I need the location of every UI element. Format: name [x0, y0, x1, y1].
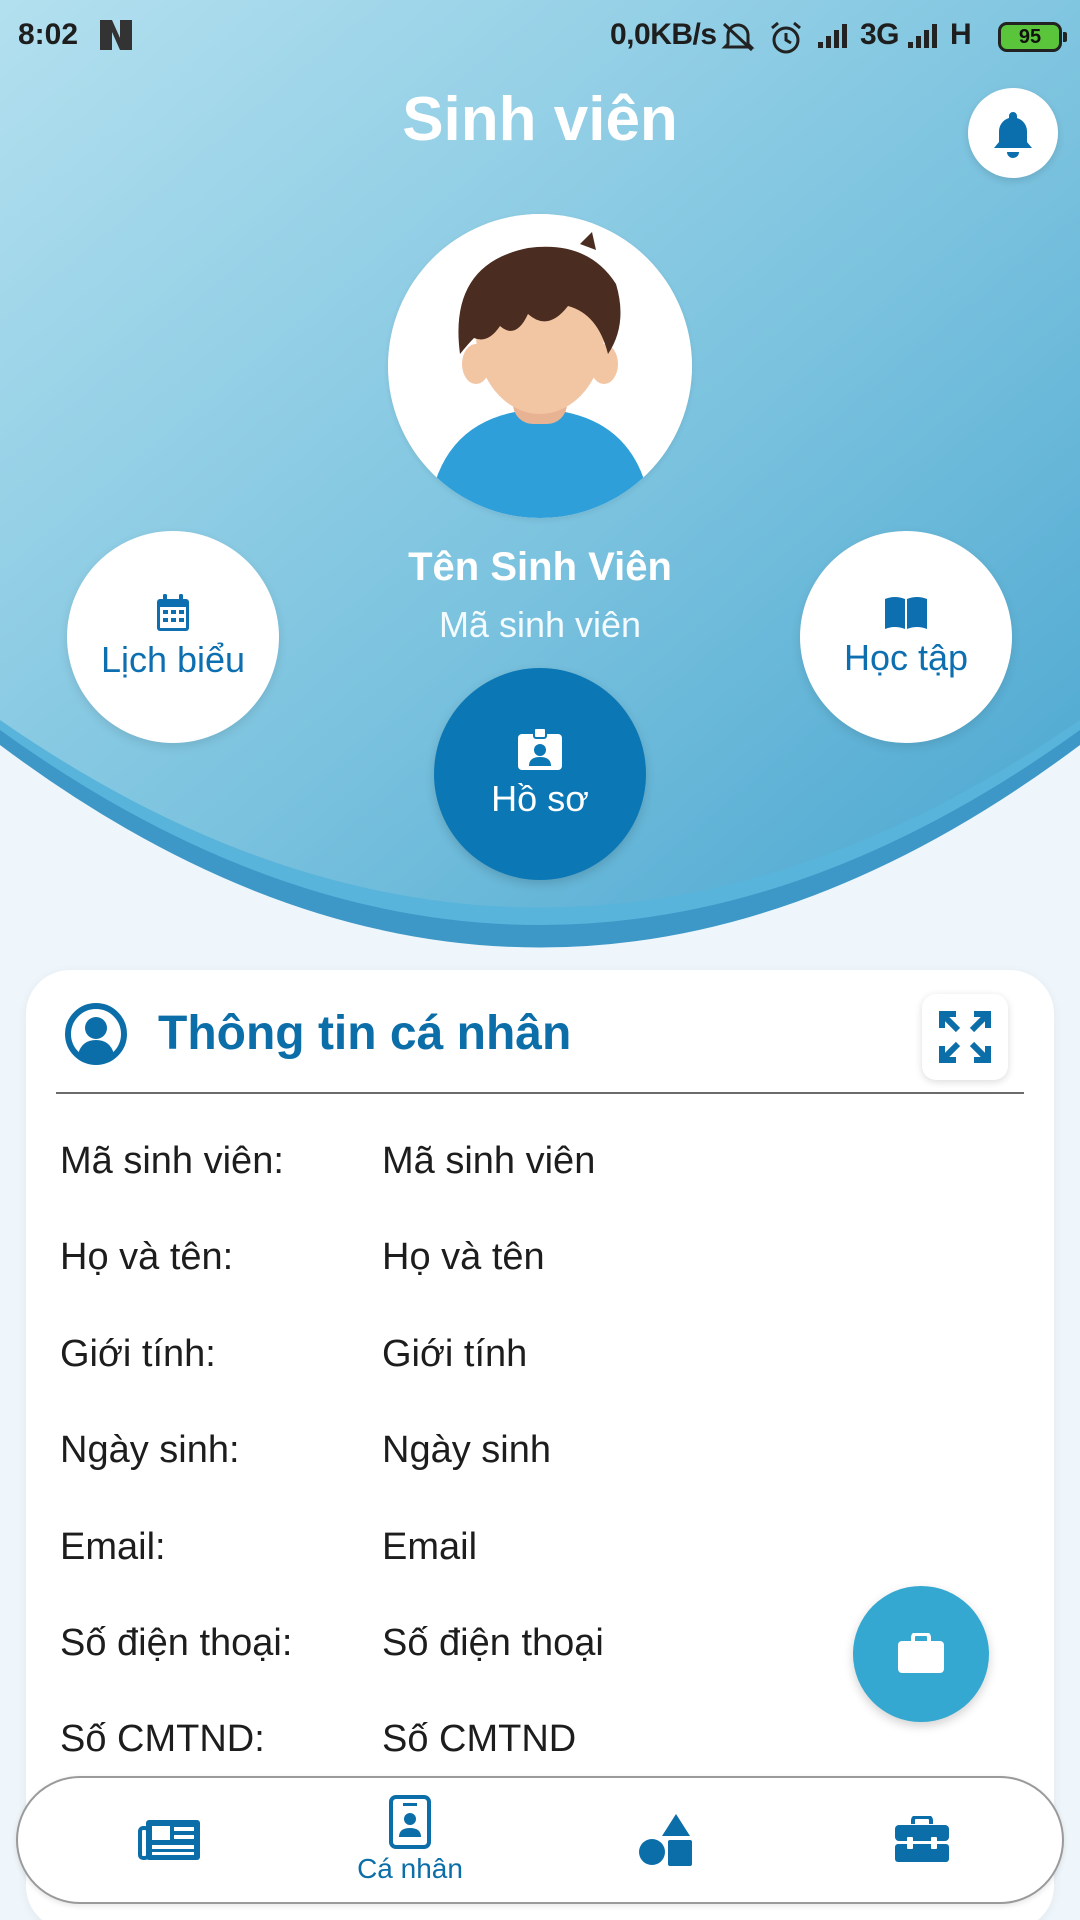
expand-icon — [939, 1011, 991, 1063]
info-label: Số điện thoại: — [60, 1622, 293, 1664]
book-open-icon — [885, 597, 927, 629]
info-value: Số điện thoại — [382, 1622, 604, 1664]
expand-button[interactable] — [922, 994, 1008, 1080]
id-card-icon — [518, 728, 562, 770]
nav-item-personal[interactable]: Cá nhân — [310, 1778, 510, 1902]
card-divider — [56, 1092, 1024, 1094]
calendar-icon — [157, 594, 189, 631]
nav-item-shapes[interactable] — [566, 1778, 766, 1902]
student-avatar-illustration — [388, 214, 692, 518]
info-value: Giới tính — [382, 1333, 528, 1375]
profile-record-label: Hồ sơ — [491, 778, 589, 819]
briefcase-fab[interactable] — [853, 1586, 989, 1722]
card-title: Thông tin cá nhân — [158, 1007, 572, 1060]
info-label: Email: — [60, 1526, 166, 1568]
profile-record-button[interactable]: Hồ sơ — [434, 668, 646, 880]
page-title: Sinh viên — [402, 85, 678, 154]
nav-label-personal: Cá nhân — [357, 1853, 463, 1884]
network-3g: 3G — [860, 18, 900, 51]
info-label: Ngày sinh: — [60, 1429, 240, 1471]
shapes-icon — [639, 1814, 692, 1866]
info-value: Ngày sinh — [382, 1429, 551, 1471]
network-speed: 0,0KB/s — [610, 18, 717, 51]
info-value: Mã sinh viên — [382, 1140, 596, 1182]
study-button[interactable]: Học tập — [800, 531, 1012, 743]
info-value: Số CMTND — [382, 1718, 577, 1760]
battery-indicator: 95 — [998, 22, 1067, 52]
signal-icon — [818, 24, 847, 48]
newspaper-icon — [138, 1820, 200, 1860]
notification-button[interactable] — [968, 88, 1058, 178]
status-bar: 8:02 0,0KB/s 3G H 95 — [0, 0, 1080, 72]
schedule-button[interactable]: Lịch biểu — [67, 531, 279, 743]
info-label: Giới tính: — [60, 1333, 216, 1375]
bell-icon — [994, 112, 1032, 158]
bottom-navigation: Cá nhân — [16, 1776, 1064, 1904]
status-time: 8:02 — [18, 18, 79, 51]
alarm-icon — [771, 21, 801, 54]
mute-icon — [721, 22, 755, 52]
toolbox-icon — [895, 1816, 949, 1862]
notification-n-icon — [100, 20, 132, 50]
id-badge-icon — [389, 1795, 431, 1849]
info-label: Mã sinh viên: — [60, 1140, 284, 1182]
nav-item-toolbox[interactable] — [822, 1778, 1022, 1902]
study-label: Học tập — [843, 637, 969, 678]
info-value: Email — [382, 1526, 478, 1568]
info-label: Số CMTND: — [60, 1718, 265, 1760]
info-label: Họ và tên: — [60, 1236, 234, 1278]
nav-item-news[interactable] — [70, 1778, 270, 1902]
info-value: Họ và tên — [382, 1236, 545, 1278]
signal-icon-2 — [908, 24, 937, 48]
user-circle-icon — [65, 1003, 127, 1065]
schedule-label: Lịch biểu — [100, 639, 246, 680]
avatar — [388, 214, 692, 518]
briefcase-icon — [898, 1633, 944, 1673]
network-h: H — [950, 18, 972, 51]
